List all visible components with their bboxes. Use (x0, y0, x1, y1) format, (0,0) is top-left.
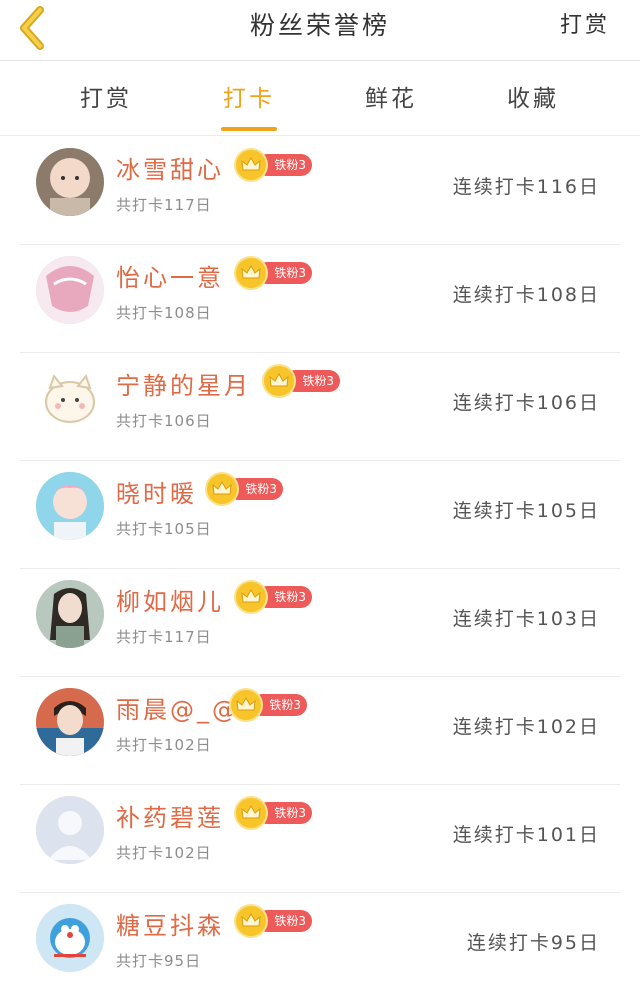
active-tab-indicator (221, 127, 277, 131)
tab-label: 收藏 (507, 86, 559, 112)
fan-level-badge: 铁粉3 (236, 798, 314, 828)
tab-label: 打卡 (223, 86, 275, 112)
fan-level-badge: 铁粉3 (264, 366, 342, 396)
streak-checkins: 连续打卡105日 (452, 500, 600, 522)
fan-name: 补药碧莲 (116, 804, 224, 832)
crown-icon (236, 258, 266, 288)
tab-label: 鲜花 (365, 86, 417, 112)
tab-reward[interactable]: 打赏 (36, 61, 176, 135)
total-checkins: 共打卡105日 (116, 520, 212, 538)
fan-level-badge: 铁粉3 (231, 690, 309, 720)
streak-checkins: 连续打卡108日 (452, 284, 600, 306)
total-checkins: 共打卡106日 (116, 412, 212, 430)
total-checkins: 共打卡102日 (116, 736, 212, 754)
total-checkins: 共打卡108日 (116, 304, 212, 322)
avatar[interactable] (36, 256, 104, 324)
fan-name: 糖豆抖森 (116, 912, 224, 940)
fan-level-badge: 铁粉3 (236, 582, 314, 612)
fan-level-badge: 铁粉3 (236, 150, 314, 180)
list-item[interactable]: 怡心一意 铁粉3 共打卡108日 连续打卡108日 (20, 244, 620, 353)
total-checkins: 共打卡117日 (116, 196, 212, 214)
streak-checkins: 连续打卡116日 (452, 176, 600, 198)
crown-icon (264, 366, 294, 396)
tab-label: 打赏 (80, 86, 132, 112)
total-checkins: 共打卡102日 (116, 844, 212, 862)
fan-honor-screen: 粉丝荣誉榜 打赏 打赏 打卡 鲜花 收藏 冰雪甜心 铁粉3 共打卡117日 连续… (0, 0, 640, 989)
avatar[interactable] (36, 580, 104, 648)
list-item[interactable]: 补药碧莲 铁粉3 共打卡102日 连续打卡101日 (20, 784, 620, 893)
streak-checkins: 连续打卡106日 (452, 392, 600, 414)
crown-icon (231, 690, 261, 720)
fan-name: 怡心一意 (116, 264, 224, 292)
fan-name: 冰雪甜心 (116, 156, 224, 184)
tab-checkin[interactable]: 打卡 (179, 61, 319, 135)
tab-bar: 打赏 打卡 鲜花 收藏 (0, 61, 640, 136)
avatar[interactable] (36, 796, 104, 864)
fan-name: 宁静的星月 (116, 372, 251, 400)
avatar[interactable] (36, 904, 104, 972)
list-item[interactable]: 晓时暖 铁粉3 共打卡105日 连续打卡105日 (20, 460, 620, 569)
fan-level-badge: 铁粉3 (236, 258, 314, 288)
tab-flowers[interactable]: 鲜花 (321, 61, 461, 135)
streak-checkins: 连续打卡95日 (466, 932, 600, 954)
fan-name: 柳如烟儿 (116, 588, 224, 616)
list-item[interactable]: 宁静的星月 铁粉3 共打卡106日 连续打卡106日 (20, 352, 620, 461)
avatar[interactable] (36, 688, 104, 756)
list-item[interactable]: 雨晨@_@ 铁粉3 共打卡102日 连续打卡102日 (20, 676, 620, 785)
crown-icon (236, 798, 266, 828)
crown-icon (236, 582, 266, 612)
streak-checkins: 连续打卡102日 (452, 716, 600, 738)
avatar[interactable] (36, 472, 104, 540)
tab-favorites[interactable]: 收藏 (463, 61, 603, 135)
avatar[interactable] (36, 364, 104, 432)
fan-level-badge: 铁粉3 (207, 474, 285, 504)
total-checkins: 共打卡95日 (116, 952, 202, 970)
list-item[interactable]: 柳如烟儿 铁粉3 共打卡117日 连续打卡103日 (20, 568, 620, 677)
crown-icon (207, 474, 237, 504)
crown-icon (236, 150, 266, 180)
list-item[interactable]: 糖豆抖森 铁粉3 共打卡95日 连续打卡95日 (20, 892, 620, 989)
streak-checkins: 连续打卡101日 (452, 824, 600, 846)
fan-name: 晓时暖 (116, 480, 197, 508)
fan-level-badge: 铁粉3 (236, 906, 314, 936)
reward-button[interactable]: 打赏 (560, 0, 610, 60)
crown-icon (236, 906, 266, 936)
list-item[interactable]: 冰雪甜心 铁粉3 共打卡117日 连续打卡116日 (20, 136, 620, 245)
page-title: 粉丝荣誉榜 (249, 11, 390, 40)
avatar[interactable] (36, 148, 104, 216)
streak-checkins: 连续打卡103日 (452, 608, 600, 630)
fan-name: 雨晨@_@ (116, 696, 239, 724)
top-bar: 粉丝荣誉榜 打赏 (0, 0, 640, 61)
total-checkins: 共打卡117日 (116, 628, 212, 646)
